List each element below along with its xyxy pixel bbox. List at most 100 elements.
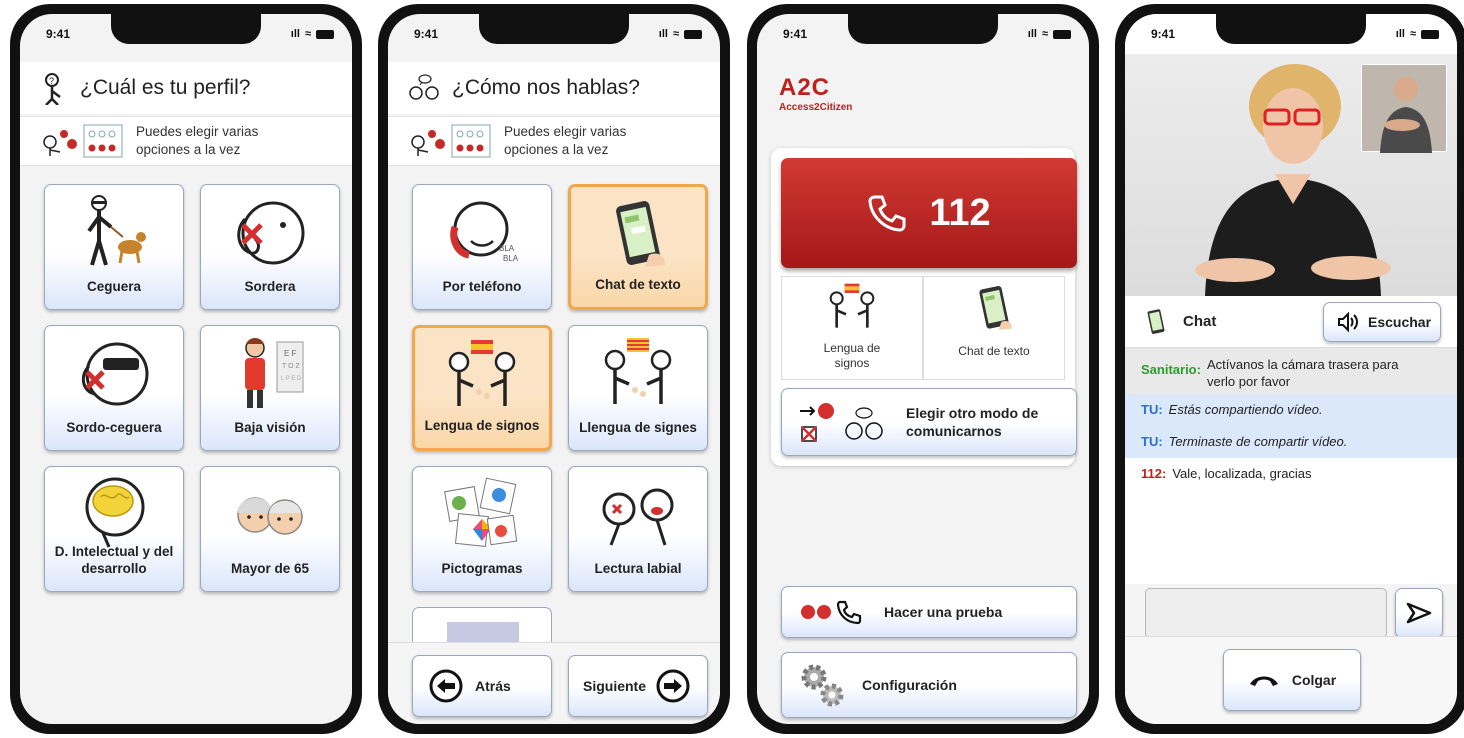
message-sender: Sanitario: — [1141, 362, 1201, 377]
wifi-icon: ≈ — [1409, 28, 1416, 40]
back-button[interactable]: Atrás — [412, 655, 552, 717]
send-icon — [1406, 602, 1432, 624]
signal-icon: ıll — [290, 28, 300, 40]
message-input[interactable] — [1145, 588, 1387, 638]
mode-label: Lengua de signos — [823, 341, 881, 370]
main-card: 112 Lengua de signos Chat de texto Elegi… — [771, 148, 1077, 466]
tile-chat-texto[interactable]: Chat de texto — [568, 184, 708, 310]
tile-intelectual[interactable]: D. Intelectual y del desarrollo — [44, 466, 184, 592]
logo-mark: A2C — [779, 74, 831, 101]
mode-lengua-signos[interactable]: Lengua de signos — [781, 276, 923, 380]
tile-lengua-signos[interactable]: Lengua de signos — [412, 325, 552, 451]
tile-llengua-signes[interactable]: Llengua de signes — [568, 325, 708, 451]
test-button[interactable]: Hacer una prueba — [781, 586, 1077, 638]
message-sender: 112: — [1141, 466, 1167, 481]
screen-communication: 9:41 ıll ≈ ¿Cómo nos hablas? Puedes elegi… — [388, 14, 720, 724]
config-label: Configuración — [862, 677, 957, 693]
tile-sordo-ceguera[interactable]: Sordo-ceguera — [44, 325, 184, 451]
chat-message: Sanitario: Actívanos la cámara trasera p… — [1125, 348, 1457, 394]
tile-label: Chat de texto — [595, 277, 681, 292]
tile-lectura-labial[interactable]: Lectura labial — [568, 466, 708, 592]
logo-subtitle: Access2Citizen — [779, 102, 853, 113]
sign-language-es-icon — [829, 283, 875, 328]
multi-select-icon — [411, 124, 491, 158]
tile-label: Llengua de signes — [579, 420, 697, 435]
mode-chat-texto[interactable]: Chat de texto — [923, 276, 1065, 380]
test-label: Hacer una prueba — [884, 604, 1003, 620]
phone-talk-icon: BLABLA — [450, 201, 519, 263]
person-question-icon: ? — [45, 73, 61, 105]
hangup-label: Colgar — [1291, 672, 1337, 688]
chat-title: Chat — [1183, 313, 1217, 330]
svg-text:?: ? — [49, 76, 54, 86]
hint-bar: Puedes elegir varias opciones a la vez — [388, 116, 720, 166]
hangup-button[interactable]: Colgar — [1223, 649, 1361, 711]
battery-icon — [684, 29, 702, 39]
compose-bar — [1125, 584, 1457, 644]
next-label: Siguiente — [583, 678, 647, 694]
other-mode-button[interactable]: Elegir otro modo de comunicarnos — [781, 388, 1077, 456]
deaf-ear-icon — [237, 201, 305, 265]
app-logo: A2C Access2Citizen — [779, 74, 852, 113]
deafblind-icon — [81, 342, 149, 406]
tile-mayor-65[interactable]: Mayor de 65 — [200, 466, 340, 592]
change-mode-icon — [800, 403, 883, 442]
message-text: Estás compartiendo vídeo. — [1168, 402, 1323, 417]
header: ¿Cómo nos hablas? — [388, 62, 720, 114]
wifi-icon: ≈ — [672, 28, 679, 40]
signal-icon: ıll — [1395, 28, 1405, 40]
message-text: Terminaste de compartir vídeo. — [1168, 434, 1348, 449]
header: ? ¿Cuál es tu perfil? — [20, 62, 352, 114]
multi-select-icon — [43, 124, 123, 158]
tile-sordera[interactable]: Sordera — [200, 184, 340, 310]
video-feed — [1125, 54, 1457, 296]
tile-label: Ceguera — [86, 279, 142, 294]
phone-icon — [868, 195, 906, 232]
phone-profile-screen: 9:41 ıll ≈ ? ¿Cuál es tu perfil? Puedes e… — [10, 4, 362, 734]
chat-message: TU: Terminaste de compartir vídeo. — [1125, 426, 1457, 458]
screen-home: 9:41 ıll ≈ A2C Access2Citizen 112 Lengua … — [757, 14, 1089, 724]
chat-header: Chat Escuchar — [1125, 296, 1457, 348]
notch — [1216, 14, 1366, 44]
message-sender: TU: — [1141, 402, 1163, 417]
send-button[interactable] — [1395, 588, 1443, 638]
message-sender: TU: — [1141, 434, 1163, 449]
page-title: ¿Cómo nos hablas? — [452, 76, 640, 99]
wifi-icon: ≈ — [304, 28, 311, 40]
message-text: Actívanos la cámara trasera para verlo p… — [1206, 357, 1399, 389]
config-button[interactable]: Configuración — [781, 652, 1077, 718]
hint-text: Puedes elegir varias opciones a la vez — [504, 124, 627, 157]
gears-icon — [801, 664, 844, 707]
low-vision-icon: E F T O Z L P E D — [245, 338, 304, 408]
tile-baja-vision[interactable]: E F T O Z L P E D Baja visión — [200, 325, 340, 451]
listen-label: Escuchar — [1368, 314, 1432, 330]
screen-profile: 9:41 ıll ≈ ? ¿Cuál es tu perfil? Puedes e… — [20, 14, 352, 724]
hint-bar: Puedes elegir varias opciones a la vez — [20, 116, 352, 166]
svg-text:BLA: BLA — [499, 244, 515, 253]
tile-label: Lectura labial — [594, 561, 682, 576]
tile-label: Lengua de signos — [424, 418, 540, 433]
next-button[interactable]: Siguiente — [568, 655, 708, 717]
listen-button[interactable]: Escuchar — [1323, 302, 1441, 342]
status-time: 9:41 — [414, 27, 439, 41]
speaker-icon — [1338, 311, 1358, 333]
tile-pictogramas[interactable]: Pictogramas — [412, 466, 552, 592]
status-time: 9:41 — [46, 27, 71, 41]
status-time: 9:41 — [1151, 27, 1176, 41]
sign-language-es-icon — [448, 340, 516, 406]
chat-message: 112: Vale, localizada, gracias — [1125, 458, 1457, 490]
self-view-thumbnail — [1361, 64, 1447, 153]
bottom-nav: Atrás Siguiente — [388, 642, 720, 724]
tile-ceguera[interactable]: Ceguera — [44, 184, 184, 310]
notch — [111, 14, 261, 44]
notch — [479, 14, 629, 44]
tile-por-telefono[interactable]: BLA BLA Por teléfono — [412, 184, 552, 310]
chat-messages: Sanitario: Actívanos la cámara trasera p… — [1125, 348, 1457, 588]
hangup-phone-icon — [1249, 676, 1278, 686]
test-call-icon — [801, 600, 862, 625]
hangup-bar: Colgar — [1125, 636, 1457, 724]
call-112-button[interactable]: 112 — [781, 158, 1077, 268]
status-time: 9:41 — [783, 27, 808, 41]
tile-label: Baja visión — [234, 420, 306, 435]
svg-text:T O Z: T O Z — [282, 363, 300, 370]
